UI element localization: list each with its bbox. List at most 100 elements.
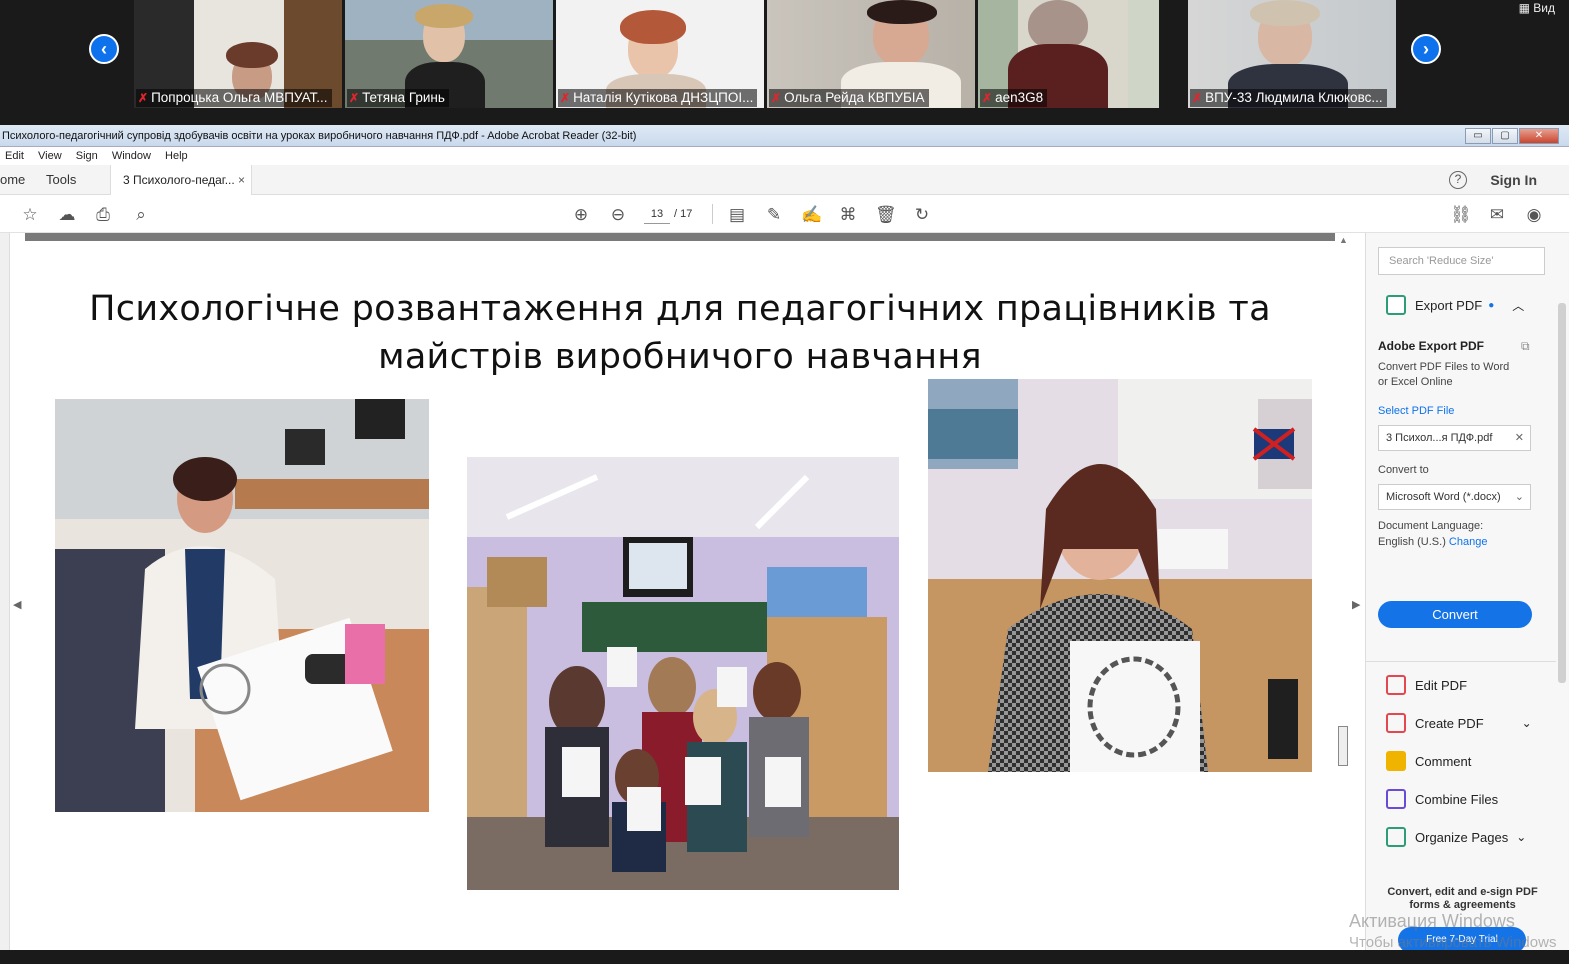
tool-label: Comment xyxy=(1415,753,1472,769)
comment-icon[interactable]: ▤ xyxy=(727,205,747,225)
adobe-export-title: Adobe Export PDF xyxy=(1378,339,1485,353)
tab-home[interactable]: ome xyxy=(0,172,25,187)
page-total: / 17 xyxy=(674,208,693,220)
panel-scrollbar[interactable] xyxy=(1556,289,1568,869)
tab-tools[interactable]: Tools xyxy=(46,172,76,187)
tab-document[interactable]: 3 Психолого-педаг... × xyxy=(110,165,252,195)
menu-help[interactable]: Help xyxy=(165,150,188,162)
previous-page-arrow[interactable]: ‹ xyxy=(89,34,119,64)
organize-pages-icon xyxy=(1386,827,1406,847)
help-icon[interactable]: ? xyxy=(1449,171,1467,189)
acrobat-window: Психолого-педагогічний супровід здобувач… xyxy=(0,125,1569,953)
watermark-line-1: Активация Windows xyxy=(1349,911,1515,931)
tools-search-input[interactable]: Search 'Reduce Size' xyxy=(1378,247,1545,275)
minimize-button[interactable]: ▭ xyxy=(1465,128,1491,144)
participant-tile[interactable]: ✗ Тетяна Гринь xyxy=(345,0,553,108)
menu-window[interactable]: Window xyxy=(112,150,151,162)
participant-name: ✗ Наталія Кутікова ДНЗЦПОІ... xyxy=(558,89,758,107)
remove-file-icon[interactable]: ✕ xyxy=(1515,426,1524,450)
upload-cloud-icon[interactable]: ☁ xyxy=(57,205,77,225)
chevron-up-icon[interactable]: ︿ xyxy=(1512,297,1524,314)
document-view: ◀ Психологічне розвантаження для педагог… xyxy=(0,233,1365,950)
participant-tile[interactable]: ✗ Наталія Кутікова ДНЗЦПОІ... xyxy=(556,0,764,108)
participant-name: ✗ ВПУ-33 Людмила Клюковс... xyxy=(1190,89,1387,107)
convert-to-value: Microsoft Word (*.docx) xyxy=(1386,491,1501,503)
chevron-down-icon[interactable]: ⌄ xyxy=(1522,716,1532,730)
close-window-button[interactable]: ✕ xyxy=(1519,128,1559,144)
menu-edit[interactable]: Edit xyxy=(5,150,24,162)
scrollbar-thumb[interactable] xyxy=(1338,726,1348,766)
chevron-down-icon[interactable]: ⌄ xyxy=(1516,830,1526,844)
panel-scrollbar-thumb[interactable] xyxy=(1558,303,1566,683)
bookmark-star-icon[interactable]: ☆ xyxy=(20,205,40,225)
sign-in-button[interactable]: Sign In xyxy=(1490,172,1537,188)
selected-file-name: 3 Психол...я ПДФ.pdf xyxy=(1386,432,1493,444)
panel-promo-text: Convert, edit and e-sign PDF forms & agr… xyxy=(1380,886,1545,912)
export-pdf-label: Export PDF xyxy=(1415,297,1483,313)
page-number-input[interactable]: 13 xyxy=(644,204,670,224)
mic-muted-icon: ✗ xyxy=(138,91,149,105)
window-title: Психолого-педагогічний супровід здобувач… xyxy=(2,130,637,142)
promo-line-1: Convert, edit and e-sign PDF xyxy=(1387,886,1538,898)
tool-comment[interactable]: Comment xyxy=(1386,751,1471,771)
menu-view[interactable]: View xyxy=(38,150,62,162)
participant-name: ✗ Тетяна Гринь xyxy=(347,89,449,107)
view-button[interactable]: ▦ Вид xyxy=(1519,1,1555,15)
photo-woman-drawing xyxy=(55,399,429,812)
next-page-arrow[interactable]: › xyxy=(1411,34,1441,64)
create-pdf-icon xyxy=(1386,713,1406,733)
export-pdf-header[interactable]: Export PDF ● ︿ xyxy=(1386,295,1524,315)
convert-button[interactable]: Convert xyxy=(1378,601,1532,628)
mic-muted-icon: ✗ xyxy=(982,91,993,105)
expand-left-pane-icon[interactable]: ◀ xyxy=(13,598,21,611)
convert-to-select[interactable]: Microsoft Word (*.docx) ⌄ xyxy=(1378,484,1531,510)
delete-icon[interactable]: 🗑 xyxy=(875,205,897,225)
export-pdf-icon xyxy=(1386,295,1406,315)
previous-page-icon[interactable]: ⊕ xyxy=(571,205,591,225)
tool-organize-pages[interactable]: Organize Pages ⌄ xyxy=(1386,827,1526,847)
participant-tile[interactable]: ✗ ВПУ-33 Людмила Клюковс... xyxy=(1188,0,1396,108)
participant-name: ✗ Попроцька Ольга МВПУАТ... xyxy=(136,89,332,107)
highlight-pen-icon[interactable]: ✎ xyxy=(764,205,784,225)
next-page-icon[interactable]: ⊖ xyxy=(608,205,628,225)
chevron-down-icon: ⌄ xyxy=(1514,491,1524,503)
panel-divider xyxy=(1366,661,1556,662)
collapse-right-pane-icon[interactable]: ▶ xyxy=(1352,598,1360,611)
windows-activation-watermark: Активация Windows Чтобы активировать Win… xyxy=(1349,910,1556,954)
sign-icon[interactable]: ✍ xyxy=(801,205,822,225)
fill-sign-icon[interactable]: ⌘ xyxy=(838,205,858,225)
zoom-gallery-strip: ‹ › ▦ Вид ✗ Попроцька Ольга МВПУАТ... ✗ Те… xyxy=(0,0,1569,123)
close-tab-icon[interactable]: × xyxy=(238,165,245,195)
account-icon[interactable]: ◉ xyxy=(1524,205,1544,225)
document-language-value: English (U.S.) xyxy=(1378,536,1446,548)
rotate-icon[interactable]: ↻ xyxy=(912,205,932,225)
menu-bar: Edit View Sign Window Help xyxy=(0,147,1569,165)
tool-create-pdf[interactable]: Create PDF ⌄ xyxy=(1386,713,1532,733)
menu-sign[interactable]: Sign xyxy=(76,150,98,162)
mic-muted-icon: ✗ xyxy=(349,91,360,105)
participant-tile[interactable]: ✗ Попроцька Ольга МВПУАТ... xyxy=(134,0,342,108)
document-scrollbar[interactable]: ▲ xyxy=(1336,233,1352,950)
tool-label: Edit PDF xyxy=(1415,677,1468,693)
tool-combine-files[interactable]: Combine Files xyxy=(1386,789,1498,809)
tab-document-label: 3 Психолого-педаг... xyxy=(123,173,235,187)
participant-tile[interactable]: ✗ aen3G8 xyxy=(978,0,1159,108)
tool-edit-pdf[interactable]: Edit PDF xyxy=(1386,675,1467,695)
participant-name: ✗ aen3G8 xyxy=(980,89,1048,107)
convert-to-label: Convert to xyxy=(1378,464,1429,476)
zoom-search-icon[interactable]: ⌕ xyxy=(131,205,151,225)
participant-tile[interactable]: ✗ Ольга Рейда КВПУБІА xyxy=(767,0,975,108)
change-language-link[interactable]: Change xyxy=(1449,536,1488,548)
photo-woman-holding-drawing xyxy=(928,379,1312,772)
selected-file-field[interactable]: 3 Психол...я ПДФ.pdf ✕ xyxy=(1378,425,1531,451)
slide-title: Психологічне розвантаження для педагогіч… xyxy=(85,285,1275,381)
copy-icon[interactable]: ⧉ xyxy=(1521,339,1530,354)
share-link-icon[interactable]: ⛓ xyxy=(1450,205,1472,225)
tool-label: Combine Files xyxy=(1415,791,1499,807)
print-icon[interactable]: ⎙ xyxy=(93,205,113,225)
email-icon[interactable]: ✉ xyxy=(1487,205,1507,225)
maximize-button[interactable]: ▢ xyxy=(1492,128,1518,144)
left-pane-collapsed[interactable] xyxy=(0,233,10,950)
export-desc-line-2: or Excel Online xyxy=(1378,376,1453,388)
scroll-up-icon[interactable]: ▲ xyxy=(1339,235,1348,245)
